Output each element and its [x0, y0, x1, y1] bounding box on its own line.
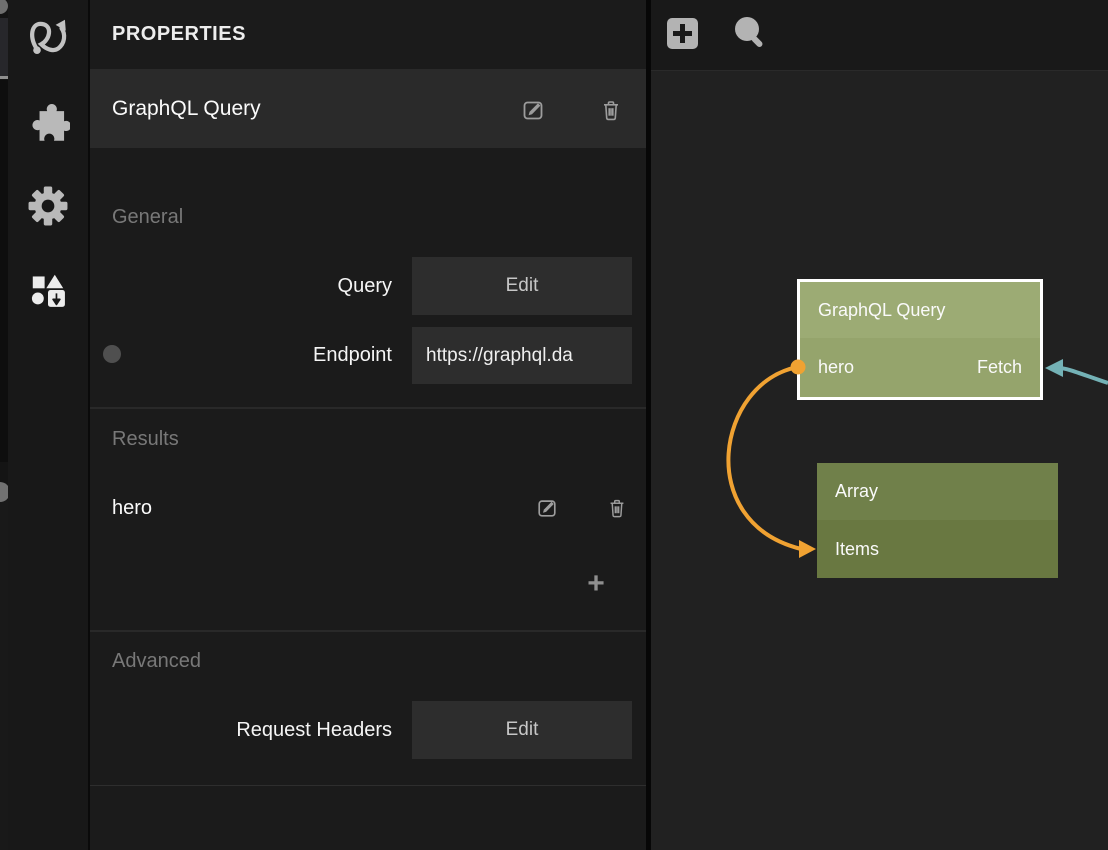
selected-node-label: GraphQL Query	[112, 69, 261, 148]
port-items[interactable]: Items	[835, 539, 879, 560]
app-root: PROPERTIES GraphQL Query General Query	[0, 0, 1108, 850]
sliver-divider	[0, 76, 8, 79]
sliver-dark-section	[0, 80, 8, 462]
trash-icon	[599, 98, 623, 122]
properties-panel: PROPERTIES GraphQL Query General Query	[90, 0, 646, 850]
canvas-toolbar	[651, 0, 1108, 71]
sliver-light-block	[0, 18, 8, 76]
graphql-query-node[interactable]: GraphQL Query hero Fetch	[797, 279, 1043, 400]
request-headers-label: Request Headers	[90, 701, 392, 759]
edit-result-button[interactable]	[536, 497, 558, 524]
node-graph-icon	[26, 13, 70, 57]
trash-icon	[606, 497, 628, 519]
result-item-label: hero	[112, 480, 152, 536]
puzzle-piece-icon	[26, 101, 70, 145]
search-button[interactable]	[733, 16, 767, 50]
section-divider	[90, 630, 646, 632]
sliver-knob-top	[0, 0, 8, 14]
graphql-node-title: GraphQL Query	[800, 282, 1040, 338]
request-headers-edit-button[interactable]: Edit	[412, 701, 632, 759]
add-node-button[interactable]	[665, 16, 699, 50]
results-section-label: Results	[112, 428, 179, 451]
section-divider	[90, 785, 646, 786]
search-icon	[733, 16, 767, 50]
settings-tab-button[interactable]	[26, 184, 70, 228]
graphql-node-ports: hero Fetch	[800, 338, 1040, 397]
panel-title: PROPERTIES	[112, 0, 246, 69]
general-section-label: General	[112, 206, 183, 229]
components-tab-button[interactable]	[26, 268, 70, 312]
plugins-tab-button[interactable]	[26, 101, 70, 145]
query-edit-button[interactable]: Edit	[412, 257, 632, 315]
selected-node-row[interactable]: GraphQL Query	[90, 69, 646, 148]
port-fetch[interactable]: Fetch	[977, 357, 1022, 378]
background-panel-sliver	[0, 0, 8, 850]
components-icon	[26, 268, 70, 312]
port-hero[interactable]: hero	[818, 357, 854, 378]
delete-result-button[interactable]	[606, 497, 628, 524]
gear-icon	[26, 184, 70, 228]
plus-square-icon	[666, 17, 699, 50]
node-canvas[interactable]: GraphQL Query hero Fetch Array Items	[651, 0, 1108, 850]
array-node-ports: Items	[817, 520, 1058, 578]
edit-icon	[536, 497, 558, 519]
connections-layer	[651, 0, 1108, 850]
edit-icon	[521, 98, 545, 122]
node-graph-tab-button[interactable]	[26, 13, 70, 57]
sliver-lower-section	[0, 500, 8, 850]
rename-node-button[interactable]	[521, 98, 545, 127]
icon-sidebar	[8, 0, 90, 850]
connection-offscreen-to-fetch[interactable]	[1045, 359, 1108, 383]
section-divider	[90, 407, 646, 409]
query-field-label: Query	[90, 257, 392, 315]
endpoint-field-label: Endpoint	[90, 327, 392, 384]
advanced-section-label: Advanced	[112, 650, 201, 673]
endpoint-input[interactable]	[412, 327, 632, 384]
delete-node-button[interactable]	[599, 98, 623, 127]
array-node-title: Array	[817, 463, 1058, 520]
add-result-button[interactable]: +	[582, 566, 610, 602]
array-node[interactable]: Array Items	[817, 463, 1058, 578]
